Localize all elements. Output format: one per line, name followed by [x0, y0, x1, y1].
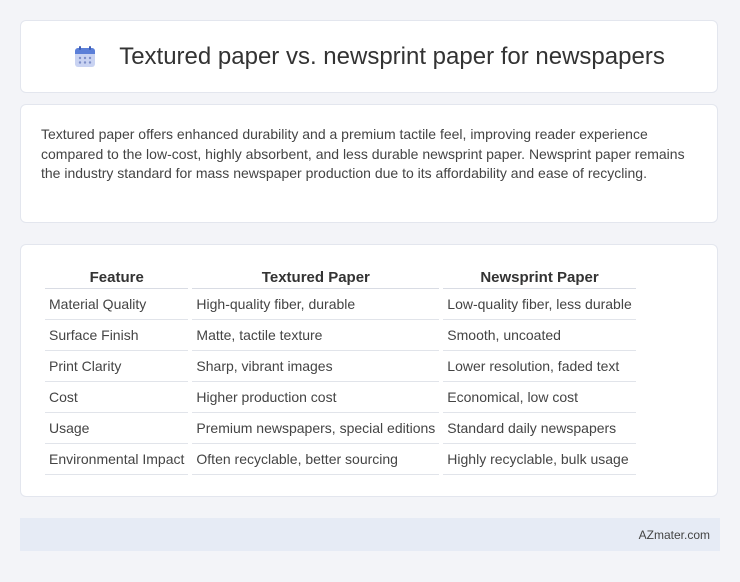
- header-newsprint-paper: Newsprint Paper: [443, 265, 636, 289]
- page-title: Textured paper vs. newsprint paper for n…: [119, 42, 665, 70]
- table-row: Surface Finish Matte, tactile texture Sm…: [45, 320, 636, 351]
- comparison-table: Feature Textured Paper Newsprint Paper M…: [41, 265, 640, 475]
- table-row: Cost Higher production cost Economical, …: [45, 382, 636, 413]
- footer-brand-link[interactable]: AZmater.com: [639, 528, 710, 542]
- footer-bar: AZmater.com: [20, 518, 720, 551]
- cell-textured: Premium newspapers, special editions: [192, 413, 440, 444]
- cell-textured: Sharp, vibrant images: [192, 351, 440, 382]
- intro-paragraph: Textured paper offers enhanced durabilit…: [41, 126, 685, 181]
- cell-newsprint: Lower resolution, faded text: [443, 351, 636, 382]
- cell-feature: Surface Finish: [45, 320, 189, 351]
- calendar-icon: [75, 45, 96, 67]
- cell-newsprint: Highly recyclable, bulk usage: [443, 444, 636, 475]
- cell-newsprint: Standard daily newspapers: [443, 413, 636, 444]
- table-row: Usage Premium newspapers, special editio…: [45, 413, 636, 444]
- cell-feature: Usage: [45, 413, 189, 444]
- table-header-row: Feature Textured Paper Newsprint Paper: [45, 265, 636, 289]
- cell-feature: Environmental Impact: [45, 444, 189, 475]
- cell-newsprint: Economical, low cost: [443, 382, 636, 413]
- header-feature: Feature: [45, 265, 189, 289]
- cell-textured: Higher production cost: [192, 382, 440, 413]
- cell-feature: Cost: [45, 382, 189, 413]
- cell-newsprint: Low-quality fiber, less durable: [443, 289, 636, 320]
- table-row: Print Clarity Sharp, vibrant images Lowe…: [45, 351, 636, 382]
- intro-card: Textured paper offers enhanced durabilit…: [20, 104, 718, 223]
- table-row: Environmental Impact Often recyclable, b…: [45, 444, 636, 475]
- title-card: Textured paper vs. newsprint paper for n…: [20, 20, 718, 93]
- cell-textured: High-quality fiber, durable: [192, 289, 440, 320]
- header-textured-paper: Textured Paper: [192, 265, 440, 289]
- table-row: Material Quality High-quality fiber, dur…: [45, 289, 636, 320]
- cell-feature: Material Quality: [45, 289, 189, 320]
- cell-feature: Print Clarity: [45, 351, 189, 382]
- cell-newsprint: Smooth, uncoated: [443, 320, 636, 351]
- cell-textured: Often recyclable, better sourcing: [192, 444, 440, 475]
- comparison-card: Feature Textured Paper Newsprint Paper M…: [20, 244, 718, 497]
- cell-textured: Matte, tactile texture: [192, 320, 440, 351]
